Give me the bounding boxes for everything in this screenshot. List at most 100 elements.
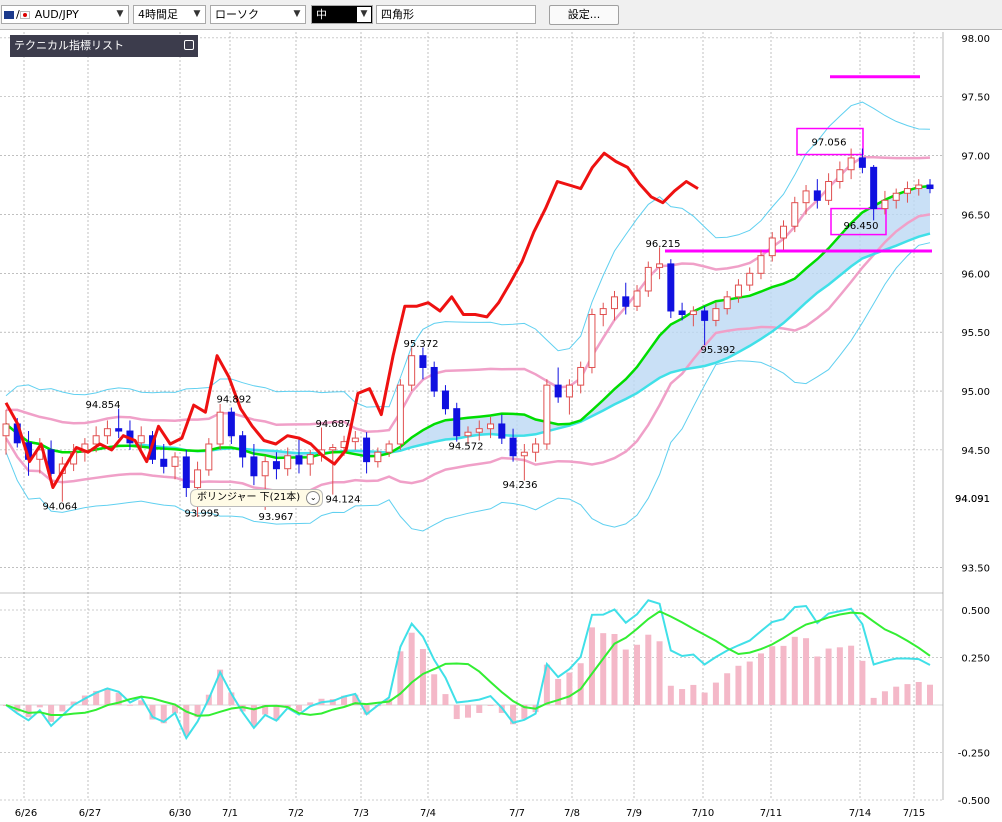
y-tick-label: 96.50 bbox=[961, 210, 990, 221]
candle-body bbox=[363, 437, 371, 463]
candle-body bbox=[610, 296, 618, 310]
candle-body bbox=[239, 435, 247, 458]
macd-histogram-bar bbox=[927, 684, 933, 705]
price-label: 93.995 bbox=[185, 508, 220, 519]
candle-body bbox=[836, 169, 844, 182]
macd-histogram-bar bbox=[622, 649, 629, 705]
macd-histogram-bar bbox=[701, 692, 708, 705]
settings-button[interactable]: 設定... bbox=[549, 5, 619, 25]
price-label: 94.572 bbox=[449, 441, 484, 452]
price-label: 94.892 bbox=[217, 394, 252, 405]
y-tick-label: 93.50 bbox=[961, 564, 990, 575]
macd-histogram-bar bbox=[904, 684, 911, 705]
candle-body bbox=[599, 308, 607, 316]
line-width-label: 中 bbox=[316, 8, 327, 21]
candle-body bbox=[351, 437, 359, 443]
macd-histogram-bar bbox=[453, 705, 460, 720]
candle-body bbox=[250, 456, 258, 477]
macd-histogram-bar bbox=[836, 647, 843, 705]
candle-body bbox=[227, 411, 235, 437]
y-tick-label: 98.00 bbox=[961, 34, 990, 45]
candle-body bbox=[712, 308, 720, 321]
indicator-tooltip: ボリンジャー 下(21本) ⌄ bbox=[190, 489, 324, 507]
candle-body bbox=[520, 451, 528, 457]
price-label: 96.450 bbox=[844, 221, 879, 232]
chart-type-select[interactable]: ローソク ▼ bbox=[210, 5, 306, 24]
line-width-select[interactable]: 中 ▼ bbox=[311, 5, 373, 24]
price-label: 94.064 bbox=[43, 501, 78, 512]
macd-histogram-bar bbox=[915, 681, 922, 705]
x-tick-label: 7/15 bbox=[903, 808, 925, 819]
macd-histogram-bar bbox=[803, 638, 810, 705]
candle-body bbox=[543, 384, 551, 445]
macd-histogram-bar bbox=[712, 682, 719, 705]
candle-body bbox=[205, 443, 213, 471]
candle-body bbox=[723, 296, 731, 310]
x-tick-label: 7/8 bbox=[564, 808, 580, 819]
indicator-list-title: テクニカル指標リスト bbox=[14, 39, 124, 52]
candle-body bbox=[915, 184, 923, 190]
candle-body bbox=[194, 469, 202, 489]
candle-body bbox=[475, 428, 483, 433]
macd-histogram-bar bbox=[757, 653, 764, 705]
macd-histogram-bar bbox=[679, 689, 686, 705]
macd-histogram-bar bbox=[588, 627, 595, 705]
macd-histogram-bar bbox=[36, 705, 43, 708]
drawing-tool-field[interactable]: 四角形 bbox=[376, 5, 536, 24]
candle-body bbox=[565, 384, 573, 398]
candle-body bbox=[926, 184, 934, 190]
candle-body bbox=[272, 461, 280, 470]
symbol-select[interactable]: / AUD/JPY ▼ bbox=[1, 5, 129, 24]
candle-body bbox=[396, 384, 404, 445]
candle-body bbox=[757, 255, 765, 274]
x-tick-label: 7/4 bbox=[420, 808, 436, 819]
candle-body bbox=[689, 310, 697, 316]
candle-body bbox=[261, 461, 269, 477]
candle-body bbox=[408, 355, 416, 386]
indicator-list-panel[interactable]: テクニカル指標リスト bbox=[10, 35, 198, 57]
y-tick-label: 97.50 bbox=[961, 93, 990, 104]
candle-body bbox=[622, 296, 630, 307]
candle-body bbox=[644, 266, 652, 292]
candle-body bbox=[171, 456, 179, 467]
macd-histogram-bar bbox=[442, 694, 449, 705]
y-tick-label: 95.00 bbox=[961, 387, 990, 398]
symbol-label: AUD/JPY bbox=[34, 8, 79, 21]
candle-body bbox=[701, 310, 709, 321]
macd-histogram-bar bbox=[870, 697, 877, 705]
timeframe-select[interactable]: 4時間足 ▼ bbox=[133, 5, 206, 24]
current-price-label: 94.091 bbox=[955, 494, 990, 505]
macd-histogram-bar bbox=[724, 673, 731, 705]
x-tick-label: 6/26 bbox=[15, 808, 37, 819]
minimize-icon[interactable] bbox=[184, 40, 194, 50]
macd-histogram-bar bbox=[566, 672, 573, 705]
timeframe-label: 4時間足 bbox=[138, 8, 178, 21]
candle-body bbox=[768, 237, 776, 257]
candle-body bbox=[453, 408, 461, 437]
candle-body bbox=[678, 310, 686, 316]
chart-area: 94.854 94.064 94.892 93.995 93.967 94.687 94.1… bbox=[0, 30, 1002, 822]
candle-body bbox=[532, 443, 540, 453]
macd-histogram-bar bbox=[408, 632, 415, 705]
candle-body bbox=[374, 451, 382, 463]
macd-histogram-bar bbox=[667, 685, 674, 705]
candle-body bbox=[847, 157, 855, 171]
price-label: 95.372 bbox=[404, 339, 439, 350]
candle-body bbox=[306, 454, 314, 465]
chart-type-label: ローソク bbox=[215, 8, 259, 21]
candle-body bbox=[115, 428, 123, 432]
candle-body bbox=[137, 435, 145, 444]
macd-histogram-bar bbox=[769, 646, 776, 705]
price-label: 94.124 bbox=[326, 494, 361, 505]
candle-body bbox=[284, 455, 292, 470]
candle-body bbox=[487, 423, 495, 430]
candle-body bbox=[329, 447, 337, 451]
macd-histogram-bar bbox=[814, 656, 821, 705]
chevron-down-icon[interactable]: ⌄ bbox=[306, 491, 321, 505]
candle-body bbox=[216, 411, 224, 445]
candle-body bbox=[825, 180, 833, 201]
macd-histogram-bar bbox=[487, 705, 494, 706]
candle-body bbox=[734, 284, 742, 298]
candle-body bbox=[182, 456, 190, 489]
drawing-tool-label: 四角形 bbox=[381, 8, 414, 21]
